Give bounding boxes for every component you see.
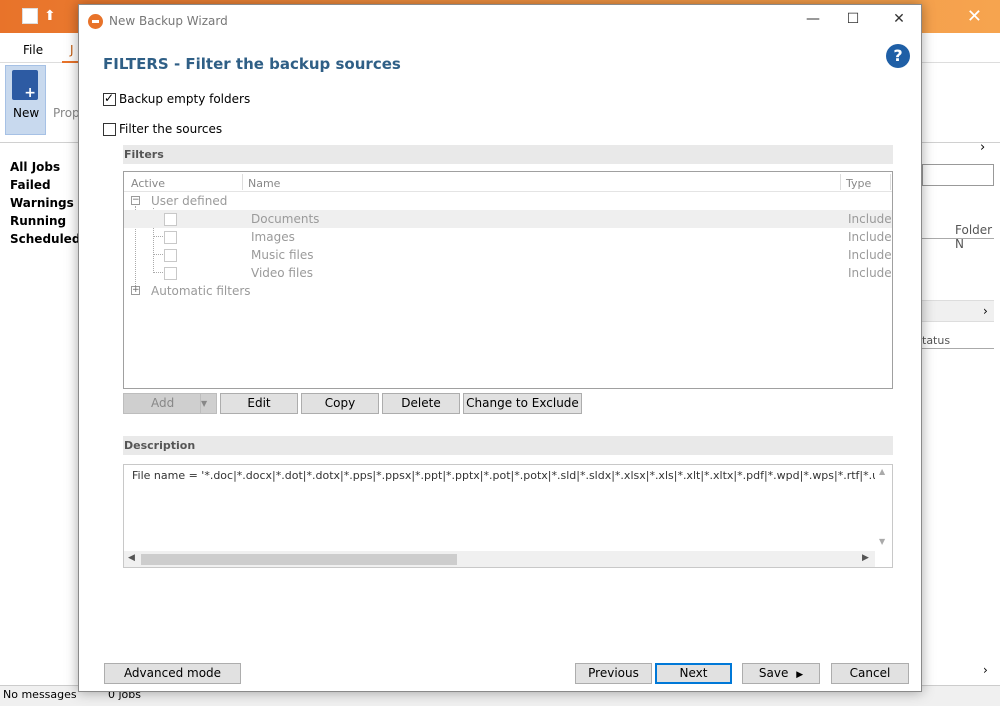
sidebar-item-all-jobs[interactable]: All Jobs bbox=[10, 160, 60, 174]
copy-filter-button[interactable]: Copy bbox=[301, 393, 379, 414]
status-messages: No messages bbox=[3, 688, 77, 701]
save-button[interactable]: Save ▶ bbox=[742, 663, 820, 684]
filter-name: Images bbox=[251, 230, 295, 244]
header-divider bbox=[922, 238, 994, 239]
column-active[interactable]: Active bbox=[131, 177, 165, 190]
dialog-title: New Backup Wizard bbox=[109, 14, 228, 28]
app-logo-icon bbox=[88, 14, 103, 29]
vertical-scrollbar[interactable]: ▲ ▼ bbox=[875, 465, 892, 551]
filter-sources-checkbox[interactable] bbox=[103, 123, 116, 136]
folder-column-header[interactable]: Folder N bbox=[955, 223, 1000, 251]
scroll-right-icon[interactable]: ▶ bbox=[862, 553, 869, 563]
sidebar-item-running[interactable]: Running bbox=[10, 214, 66, 228]
change-to-exclude-button[interactable]: Change to Exclude bbox=[463, 393, 582, 414]
description-text: File name = '*.doc|*.docx|*.dot|*.dotx|*… bbox=[132, 469, 880, 482]
menu-jobs-tab[interactable]: J bbox=[70, 43, 74, 57]
search-field[interactable] bbox=[922, 164, 994, 186]
filter-name: Music files bbox=[251, 248, 314, 262]
page-title: FILTERS - Filter the backup sources bbox=[103, 55, 401, 73]
new-doc-icon[interactable] bbox=[22, 8, 38, 24]
column-separator[interactable] bbox=[840, 174, 841, 190]
scroll-left-icon[interactable]: ◀ bbox=[128, 553, 135, 563]
column-separator[interactable] bbox=[242, 174, 243, 190]
header-divider bbox=[922, 348, 994, 349]
tree-row[interactable]: Images Include bbox=[124, 228, 892, 246]
up-arrow-icon[interactable]: ⬆ bbox=[44, 8, 60, 24]
next-button[interactable]: Next bbox=[655, 663, 732, 684]
sidebar-item-scheduled[interactable]: Scheduled bbox=[10, 232, 80, 246]
filter-type: Include bbox=[848, 266, 892, 280]
sidebar-item-failed[interactable]: Failed bbox=[10, 178, 51, 192]
tree-node-user-defined[interactable]: − User defined bbox=[124, 192, 892, 210]
chevron-right-icon[interactable]: › bbox=[980, 140, 985, 155]
backup-empty-folders-checkbox[interactable] bbox=[103, 91, 116, 106]
play-arrow-icon: ▶ bbox=[796, 670, 804, 680]
filters-tree[interactable]: Active Name Type − User defined Document… bbox=[123, 171, 893, 389]
scrollbar-corner bbox=[875, 551, 892, 567]
quick-access-toolbar: ⬆ bbox=[22, 8, 60, 24]
ribbon-new-label: New bbox=[13, 106, 40, 120]
minimize-icon[interactable]: — bbox=[803, 11, 823, 27]
filter-active-checkbox[interactable] bbox=[164, 231, 177, 244]
collapse-icon[interactable]: − bbox=[131, 196, 140, 205]
filter-type: Include bbox=[848, 230, 892, 244]
dialog-titlebar: New Backup Wizard — ☐ ✕ bbox=[79, 5, 921, 37]
tree-row[interactable]: Video files Include bbox=[124, 264, 892, 282]
filter-type: Include bbox=[848, 248, 892, 262]
advanced-mode-button[interactable]: Advanced mode bbox=[104, 663, 241, 684]
dropdown-arrow-icon[interactable]: ▼ bbox=[200, 394, 216, 413]
menu-file[interactable]: File bbox=[23, 43, 43, 57]
status-column-header[interactable]: tatus bbox=[922, 334, 950, 347]
scroll-down-icon[interactable]: ▼ bbox=[879, 537, 885, 546]
scroll-up-icon[interactable]: ▲ bbox=[879, 467, 885, 476]
jobs-sidebar: All Jobs Failed Warnings Running Schedul… bbox=[0, 143, 80, 685]
chevron-right-icon[interactable]: › bbox=[983, 304, 988, 318]
chevron-right-icon[interactable]: › bbox=[983, 663, 988, 677]
save-label: Save bbox=[758, 666, 789, 680]
filter-active-checkbox[interactable] bbox=[164, 267, 177, 280]
help-icon[interactable]: ? bbox=[886, 44, 910, 68]
app-close-icon[interactable]: ✕ bbox=[967, 6, 982, 27]
add-filter-button[interactable]: Add ▼ bbox=[123, 393, 217, 414]
tree-row[interactable]: Documents Include bbox=[124, 210, 892, 228]
cancel-button[interactable]: Cancel bbox=[831, 663, 909, 684]
filter-active-checkbox[interactable] bbox=[164, 249, 177, 262]
tree-header: Active Name Type bbox=[124, 172, 892, 192]
ribbon-properties-label[interactable]: Prop bbox=[53, 106, 80, 120]
expand-icon[interactable]: + bbox=[131, 286, 140, 295]
node-label: User defined bbox=[151, 194, 228, 208]
add-label: Add bbox=[151, 396, 175, 410]
sidebar-item-warnings[interactable]: Warnings bbox=[10, 196, 74, 210]
column-type[interactable]: Type bbox=[846, 177, 871, 190]
description-section-header: Description bbox=[123, 436, 893, 455]
tree-node-automatic-filters[interactable]: + Automatic filters bbox=[124, 282, 892, 300]
backup-empty-folders-label[interactable]: Backup empty folders bbox=[119, 92, 250, 106]
maximize-icon[interactable]: ☐ bbox=[843, 11, 863, 27]
tree-row[interactable]: Music files Include bbox=[124, 246, 892, 264]
scrollbar-thumb[interactable] bbox=[141, 554, 457, 565]
filter-type: Include bbox=[848, 212, 892, 226]
node-label: Automatic filters bbox=[151, 284, 251, 298]
close-icon[interactable]: ✕ bbox=[889, 11, 909, 27]
new-backup-wizard-dialog: New Backup Wizard — ☐ ✕ ? FILTERS - Filt… bbox=[78, 4, 922, 692]
filter-sources-label[interactable]: Filter the sources bbox=[119, 122, 222, 136]
filter-name: Documents bbox=[251, 212, 320, 226]
filter-name: Video files bbox=[251, 266, 313, 280]
new-job-icon bbox=[12, 70, 38, 101]
description-box[interactable]: File name = '*.doc|*.docx|*.dot|*.dotx|*… bbox=[123, 464, 893, 568]
filter-active-checkbox[interactable] bbox=[164, 213, 177, 226]
previous-button[interactable]: Previous bbox=[575, 663, 652, 684]
edit-filter-button[interactable]: Edit bbox=[220, 393, 298, 414]
filters-section-header: Filters bbox=[123, 145, 893, 164]
column-separator[interactable] bbox=[890, 174, 891, 190]
column-name[interactable]: Name bbox=[248, 177, 280, 190]
horizontal-scrollbar[interactable]: ◀ ▶ bbox=[124, 551, 892, 567]
delete-filter-button[interactable]: Delete bbox=[382, 393, 460, 414]
